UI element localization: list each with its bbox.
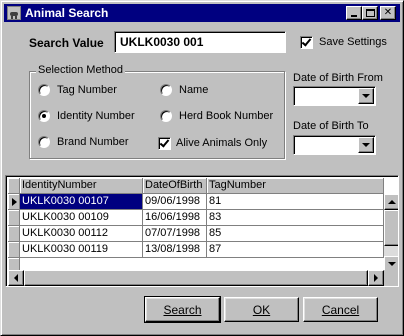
table-cell[interactable]: 85 bbox=[207, 226, 384, 242]
horizontal-scroll-thumb[interactable] bbox=[24, 270, 368, 286]
radio-identity-number-label[interactable]: Identity Number bbox=[57, 110, 135, 122]
vertical-scrollbar[interactable] bbox=[384, 194, 398, 272]
radio-tag-number[interactable] bbox=[38, 84, 50, 96]
dob-to-combo[interactable] bbox=[293, 135, 376, 155]
scroll-right-button[interactable] bbox=[368, 270, 384, 286]
table-cell[interactable]: 09/06/1998 bbox=[143, 194, 207, 210]
grid-corner-header bbox=[8, 178, 20, 194]
radio-name[interactable] bbox=[160, 84, 172, 96]
search-button-label: Search bbox=[163, 302, 202, 317]
dob-to-dropdown-button[interactable] bbox=[358, 137, 374, 153]
animal-search-window: Animal Search ✕ Search Value UKLK0030 00… bbox=[0, 0, 404, 336]
column-header-identity[interactable]: IdentityNumber bbox=[20, 178, 143, 194]
dob-from-combo[interactable] bbox=[293, 86, 376, 106]
row-header[interactable] bbox=[8, 258, 20, 270]
table-cell[interactable]: 87 bbox=[207, 242, 384, 258]
cancel-button[interactable]: Cancel bbox=[303, 297, 378, 322]
selection-method-title: Selection Method bbox=[36, 64, 125, 76]
results-grid[interactable]: IdentityNumber DateOfBirth TagNumber UKL… bbox=[5, 175, 399, 287]
table-cell[interactable]: UKLK0030 00109 bbox=[20, 210, 143, 226]
radio-identity-number[interactable] bbox=[38, 110, 50, 122]
table-cell[interactable]: 81 bbox=[207, 194, 384, 210]
table-cell[interactable]: UKLK0030 00119 bbox=[20, 242, 143, 258]
radio-brand-number-label[interactable]: Brand Number bbox=[57, 136, 129, 148]
radio-tag-number-label[interactable]: Tag Number bbox=[57, 84, 117, 96]
alive-only-label: Alive Animals Only bbox=[176, 137, 268, 149]
close-icon: ✕ bbox=[383, 7, 393, 18]
radio-name-label[interactable]: Name bbox=[179, 84, 208, 96]
cow-icon bbox=[7, 6, 21, 20]
save-settings-label: Save Settings bbox=[319, 36, 387, 48]
table-cell[interactable]: 07/07/1998 bbox=[143, 226, 207, 242]
minimize-button[interactable] bbox=[346, 6, 362, 20]
save-settings-checkbox[interactable] bbox=[300, 36, 313, 49]
row-header[interactable] bbox=[8, 226, 20, 242]
scrollbar-corner bbox=[384, 270, 398, 286]
search-value-label: Search Value bbox=[29, 36, 104, 50]
table-cell[interactable]: 83 bbox=[207, 210, 384, 226]
scroll-up-button[interactable] bbox=[384, 194, 398, 210]
cancel-button-label: Cancel bbox=[321, 302, 360, 317]
scroll-left-button[interactable] bbox=[8, 270, 24, 286]
maximize-button[interactable] bbox=[362, 6, 378, 20]
radio-herd-book-number-label[interactable]: Herd Book Number bbox=[179, 110, 273, 122]
column-header-tag[interactable]: TagNumber bbox=[207, 178, 384, 194]
dob-from-dropdown-button[interactable] bbox=[358, 88, 374, 104]
table-cell[interactable]: 16/06/1998 bbox=[143, 210, 207, 226]
search-value-input[interactable]: UKLK0030 001 bbox=[114, 31, 286, 53]
title-bar[interactable]: Animal Search ✕ bbox=[4, 4, 400, 22]
search-button[interactable]: Search bbox=[144, 296, 221, 323]
dob-from-label: Date of Birth From bbox=[293, 72, 383, 84]
ok-button[interactable]: OK bbox=[224, 297, 299, 322]
current-row-arrow-icon bbox=[12, 198, 17, 206]
radio-brand-number[interactable] bbox=[38, 136, 50, 148]
close-button[interactable]: ✕ bbox=[380, 6, 396, 20]
table-cell[interactable]: 13/08/1998 bbox=[143, 242, 207, 258]
table-cell[interactable]: UKLK0030 00112 bbox=[20, 226, 143, 242]
search-value-text: UKLK0030 001 bbox=[120, 35, 204, 49]
window-title: Animal Search bbox=[25, 6, 109, 20]
column-header-dob[interactable]: DateOfBirth bbox=[143, 178, 207, 194]
row-header[interactable] bbox=[8, 242, 20, 258]
dob-to-label: Date of Birth To bbox=[293, 120, 369, 132]
ok-button-label: OK bbox=[252, 302, 271, 317]
minimize-icon bbox=[351, 15, 357, 17]
vertical-scroll-thumb[interactable] bbox=[384, 210, 398, 246]
horizontal-scrollbar[interactable] bbox=[8, 270, 384, 286]
row-header[interactable] bbox=[8, 194, 20, 210]
row-header[interactable] bbox=[8, 210, 20, 226]
alive-only-checkbox[interactable] bbox=[158, 137, 171, 150]
radio-herd-book-number[interactable] bbox=[160, 110, 172, 122]
table-cell[interactable]: UKLK0030 00107 bbox=[20, 194, 143, 210]
maximize-icon bbox=[366, 9, 375, 17]
